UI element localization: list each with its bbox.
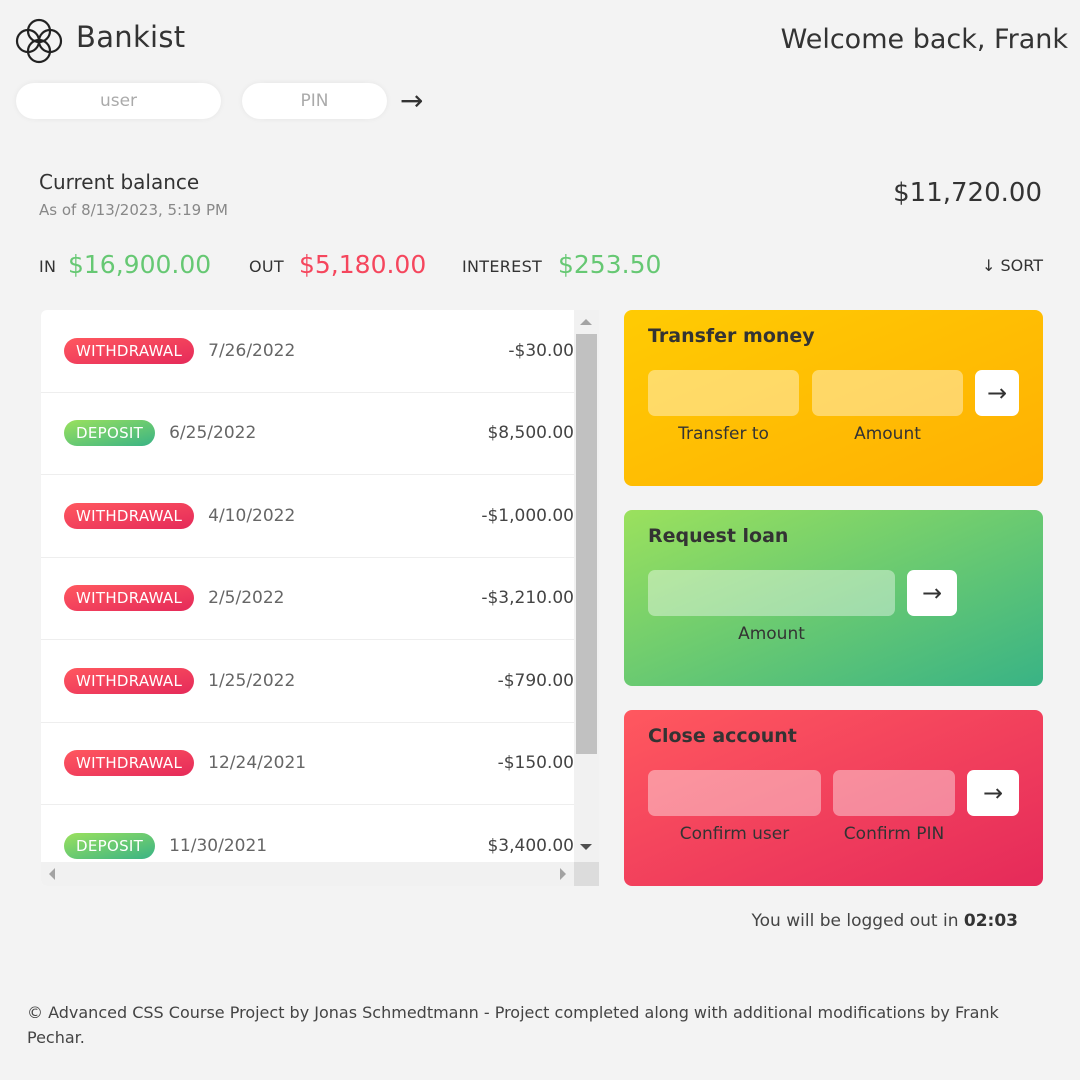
scroll-up-icon[interactable] bbox=[580, 319, 592, 325]
summary-interest-value: $253.50 bbox=[558, 250, 662, 279]
movement-value: -$150.00 bbox=[497, 753, 574, 774]
movement-row: WITHDRAWAL 12/24/2021 -$150.00 bbox=[41, 723, 574, 805]
loan-amount-label: Amount bbox=[738, 624, 805, 644]
sort-button[interactable]: ↓ SORT bbox=[982, 256, 1043, 275]
movement-row: WITHDRAWAL 2/5/2022 -$3,210.00 bbox=[41, 558, 574, 640]
balance-label: Current balance bbox=[39, 170, 200, 194]
transfer-title: Transfer money bbox=[648, 325, 815, 347]
scrollbar-corner bbox=[574, 862, 599, 886]
movement-row: WITHDRAWAL 7/26/2022 -$30.00 bbox=[41, 310, 574, 393]
movement-date: 2/5/2022 bbox=[208, 588, 285, 609]
close-account-title: Close account bbox=[648, 725, 797, 747]
summary-in-value: $16,900.00 bbox=[68, 250, 212, 279]
movement-type-badge: DEPOSIT bbox=[64, 420, 156, 447]
close-user-input[interactable] bbox=[648, 770, 821, 816]
movement-type-badge: WITHDRAWAL bbox=[64, 502, 195, 529]
movement-row: DEPOSIT 11/30/2021 $3,400.00 bbox=[41, 805, 574, 862]
horizontal-scrollbar[interactable] bbox=[41, 862, 574, 886]
loan-title: Request loan bbox=[648, 525, 789, 547]
movement-value: $3,400.00 bbox=[487, 835, 574, 856]
scroll-down-icon[interactable] bbox=[580, 844, 592, 850]
vertical-scrollbar[interactable] bbox=[574, 310, 599, 862]
movement-row: WITHDRAWAL 1/25/2022 -$790.00 bbox=[41, 640, 574, 723]
bankist-logo-icon bbox=[15, 18, 63, 64]
movement-date: 12/24/2021 bbox=[208, 753, 307, 774]
logout-text: You will be logged out in bbox=[751, 911, 964, 931]
movement-date: 7/26/2022 bbox=[208, 340, 296, 361]
movement-row: WITHDRAWAL 4/10/2022 -$1,000.00 bbox=[41, 475, 574, 558]
welcome-message: Welcome back, Frank bbox=[780, 24, 1068, 55]
transfer-panel: Transfer money → Transfer to Amount bbox=[624, 310, 1043, 486]
summary-out-label: OUT bbox=[249, 257, 284, 276]
logout-timer: 02:03 bbox=[963, 911, 1018, 931]
movement-value: -$3,210.00 bbox=[481, 588, 574, 609]
summary-interest-label: INTEREST bbox=[462, 257, 543, 276]
movement-type-badge: WITHDRAWAL bbox=[64, 585, 195, 612]
movement-date: 11/30/2021 bbox=[169, 835, 268, 856]
loan-amount-input[interactable] bbox=[648, 570, 895, 616]
close-pin-input[interactable] bbox=[833, 770, 955, 816]
loan-panel: Request loan → Amount bbox=[624, 510, 1043, 686]
close-user-label: Confirm user bbox=[679, 824, 790, 844]
movement-date: 1/25/2022 bbox=[208, 670, 296, 691]
brand-name: Bankist bbox=[76, 20, 186, 54]
balance-date: As of 8/13/2023, 5:19 PM bbox=[39, 201, 228, 219]
movement-value: -$790.00 bbox=[497, 670, 574, 691]
summary-out-value: $5,180.00 bbox=[299, 250, 427, 279]
transfer-amount-label: Amount bbox=[854, 424, 921, 444]
movement-type-badge: DEPOSIT bbox=[64, 832, 156, 859]
movement-date: 6/25/2022 bbox=[169, 423, 257, 444]
movements-list[interactable]: WITHDRAWAL 7/26/2022 -$30.00 DEPOSIT 6/25/20… bbox=[41, 310, 574, 862]
balance-value: $11,720.00 bbox=[893, 178, 1042, 208]
summary-in-label: IN bbox=[39, 257, 57, 276]
close-pin-label: Confirm PIN bbox=[843, 824, 945, 844]
login-button[interactable]: → bbox=[400, 84, 423, 117]
close-account-panel: Close account → Confirm user Confirm PIN bbox=[624, 710, 1043, 886]
scroll-right-icon[interactable] bbox=[560, 868, 566, 880]
movement-value: -$30.00 bbox=[508, 340, 574, 361]
login-pin-input[interactable] bbox=[242, 83, 387, 119]
movement-type-badge: WITHDRAWAL bbox=[64, 667, 195, 694]
movement-row: DEPOSIT 6/25/2022 $8,500.00 bbox=[41, 393, 574, 475]
transfer-amount-input[interactable] bbox=[812, 370, 963, 416]
movement-type-badge: WITHDRAWAL bbox=[64, 337, 195, 364]
login-user-input[interactable] bbox=[16, 83, 221, 119]
transfer-to-label: Transfer to bbox=[678, 424, 769, 444]
movement-value: -$1,000.00 bbox=[481, 505, 574, 526]
movements-panel: WITHDRAWAL 7/26/2022 -$30.00 DEPOSIT 6/25/20… bbox=[41, 310, 599, 886]
scrollbar-thumb[interactable] bbox=[576, 334, 597, 754]
movement-type-badge: WITHDRAWAL bbox=[64, 750, 195, 777]
movement-value: $8,500.00 bbox=[487, 423, 574, 444]
transfer-to-input[interactable] bbox=[648, 370, 799, 416]
movement-date: 4/10/2022 bbox=[208, 505, 296, 526]
footer-copyright: © Advanced CSS Course Project by Jonas S… bbox=[27, 1003, 999, 1047]
logout-timer-text: You will be logged out in 02:03 bbox=[752, 911, 1018, 931]
close-submit-button[interactable]: → bbox=[967, 770, 1019, 816]
loan-submit-button[interactable]: → bbox=[907, 570, 957, 616]
scroll-left-icon[interactable] bbox=[49, 868, 55, 880]
transfer-submit-button[interactable]: → bbox=[975, 370, 1019, 416]
